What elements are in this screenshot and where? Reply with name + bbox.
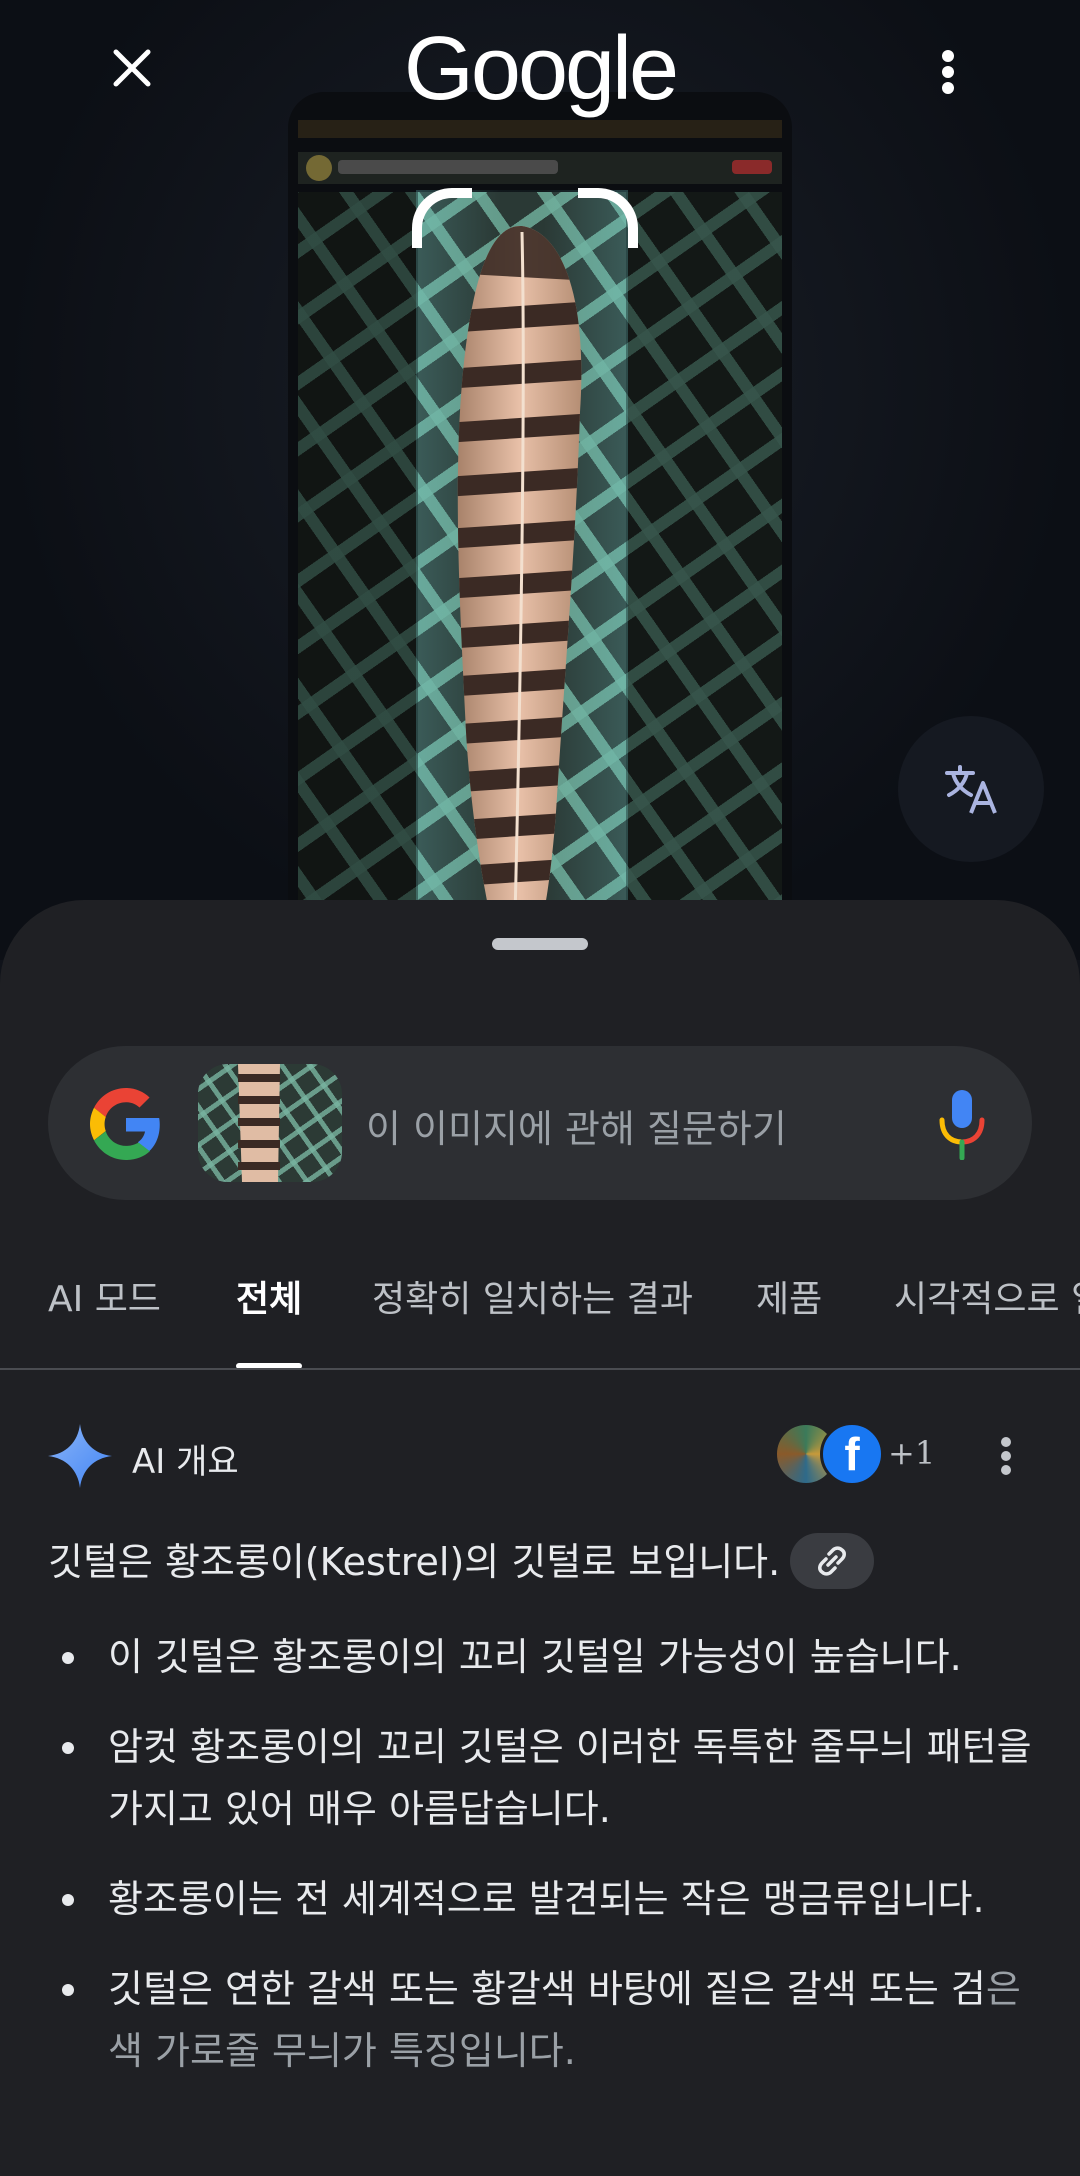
list-item: 암컷 황조롱이의 꼬리 깃털은 이러한 독특한 줄무늬 패턴을 가지고 있어 매… <box>48 1716 1048 1840</box>
search-bar[interactable]: 이 이미지에 관해 질문하기 <box>48 1046 1032 1200</box>
tab-products[interactable]: 제품 <box>756 1266 822 1368</box>
tab-visual-matches[interactable]: 시각적으로 일 <box>894 1266 1080 1368</box>
more-options-button[interactable] <box>912 36 984 108</box>
source-count[interactable]: +1 <box>888 1434 935 1472</box>
mic-icon[interactable] <box>936 1088 988 1160</box>
search-input[interactable]: 이 이미지에 관해 질문하기 <box>366 1098 787 1153</box>
photo-header <box>298 152 782 184</box>
active-tab-indicator <box>236 1363 302 1368</box>
query-image-thumbnail[interactable] <box>198 1064 342 1182</box>
list-item: 황조롱이는 전 세계적으로 발견되는 작은 맹금류입니다. <box>48 1868 1048 1930</box>
ai-overview-header: AI 개요 f +1 <box>0 1414 1080 1494</box>
tab-exact-matches[interactable]: 정확히 일치하는 결과 <box>372 1266 693 1368</box>
translate-button[interactable] <box>898 716 1044 862</box>
results-sheet: 이 이미지에 관해 질문하기 AI 모드 전체 정확히 일치하는 결과 제품 시… <box>0 900 1080 2176</box>
top-bar: Google <box>0 0 1080 150</box>
link-icon <box>818 1545 847 1576</box>
translate-icon <box>945 765 997 814</box>
more-vert-icon <box>1001 1437 1011 1475</box>
list-item: 깃털은 연한 갈색 또는 황갈색 바탕에 짙은 갈색 또는 검은색 가로줄 무늬… <box>48 1958 1048 2082</box>
ai-overview-summary: 깃털은 황조롱이(Kestrel)의 깃털로 보입니다. <box>48 1532 1038 1593</box>
facebook-icon: f <box>820 1422 884 1486</box>
sparkle-icon <box>48 1424 112 1488</box>
tab-ai-mode[interactable]: AI 모드 <box>48 1266 161 1368</box>
camera-viewport: Google <box>0 0 1080 960</box>
source-link-button[interactable] <box>790 1532 875 1589</box>
summary-text: 깃털은 황조롱이(Kestrel)의 깃털로 보입니다. <box>48 1540 781 1584</box>
bullet-text: 깃털은 연한 갈색 또는 황갈색 바탕에 짙은 갈색 또는 검 <box>108 1967 986 2011</box>
feather-image <box>430 212 610 960</box>
source-avatars[interactable]: f <box>774 1422 884 1486</box>
sheet-drag-handle[interactable] <box>492 938 588 950</box>
result-tabs: AI 모드 전체 정확히 일치하는 결과 제품 시각적으로 일 <box>0 1266 1080 1370</box>
ai-overview-bullets: 이 깃털은 황조롱이의 꼬리 깃털일 가능성이 높습니다. 암컷 황조롱이의 꼬… <box>48 1626 1048 2110</box>
ai-overview-more-button[interactable] <box>988 1428 1024 1484</box>
more-vert-icon <box>942 50 954 94</box>
tab-all[interactable]: 전체 <box>236 1266 302 1368</box>
google-g-icon <box>90 1088 160 1160</box>
ai-overview-title: AI 개요 <box>132 1442 239 1482</box>
list-item: 이 깃털은 황조롱이의 꼬리 깃털일 가능성이 높습니다. <box>48 1626 1048 1688</box>
